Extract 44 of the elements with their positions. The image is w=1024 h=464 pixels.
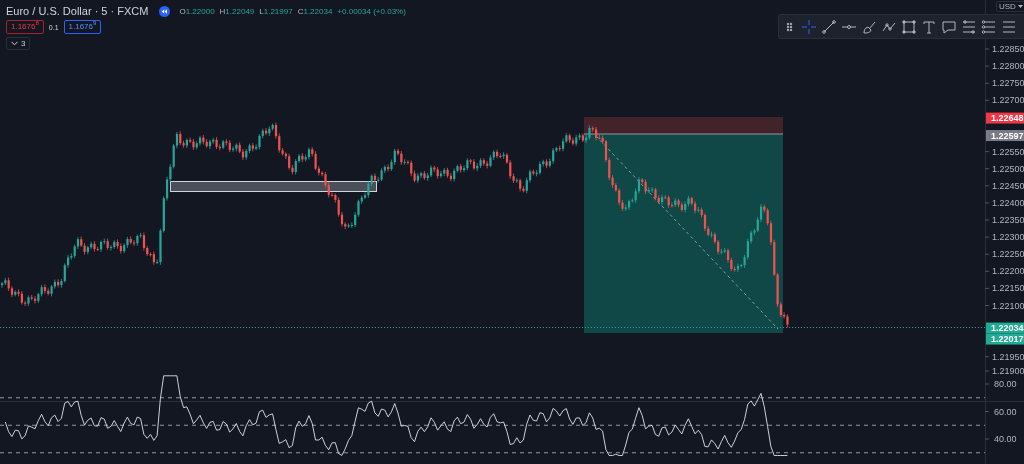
- price-badge: 1.22017: [986, 333, 1024, 345]
- price-label: 1.22200: [992, 266, 1024, 277]
- rectangle-icon: [901, 18, 917, 35]
- price-label: 1.21900: [992, 366, 1024, 376]
- price-label: 1.22100: [992, 300, 1024, 311]
- line-tool-icon: [821, 18, 837, 35]
- text-icon: [921, 18, 937, 35]
- price-label: 1.22850: [992, 44, 1024, 54]
- price-badge: 1.22597: [986, 130, 1024, 142]
- price-label: 1.22750: [992, 78, 1024, 89]
- price-label: 1.22300: [992, 232, 1024, 243]
- price-label: 1.22150: [992, 283, 1024, 294]
- ohlc-value: H1.22049: [219, 6, 255, 16]
- chevron-down-icon: [11, 41, 18, 46]
- price-label: 1.22550: [992, 146, 1024, 157]
- lines-icon: [1001, 18, 1017, 35]
- price-label: 1.22800: [992, 61, 1024, 72]
- crosshair-icon: [801, 18, 817, 35]
- rsi-label: 40.00: [994, 434, 1017, 444]
- ohlc-value: O1.22000: [179, 6, 215, 16]
- price-badge: 1.22034: [986, 322, 1024, 334]
- caret-icon: [1017, 5, 1023, 8]
- sell-button[interactable]: 1.1676$^{8}$: [6, 20, 44, 34]
- price-change: +0.00034 (+0.03%): [337, 6, 406, 16]
- price-label: 1.22400: [992, 197, 1024, 208]
- horizontal-line-icon: [841, 24, 857, 29]
- price-label: 1.22450: [992, 180, 1024, 191]
- price-label: 1.22700: [992, 95, 1024, 106]
- rsi-label: 80.00: [994, 379, 1017, 389]
- ohlc-value: C1.22034: [297, 6, 333, 16]
- callout-icon: [941, 18, 957, 35]
- symbol-title: Euro / U.S. Dollar · 5 · FXCM: [6, 5, 149, 17]
- rsi-label: 60.00: [994, 406, 1017, 417]
- price-label: 1.21950: [992, 351, 1024, 362]
- buy-button[interactable]: 1.1676$^{9}$: [63, 20, 102, 34]
- rewind-icon[interactable]: [159, 5, 171, 17]
- price-label: 1.22500: [992, 163, 1024, 174]
- ohlc-value: L1.21997: [259, 6, 293, 16]
- indicators-toggle[interactable]: 3: [6, 37, 31, 50]
- price-badge: 1.22648: [986, 112, 1024, 124]
- currency-button[interactable]: USD: [996, 1, 1024, 12]
- levels-icon: [981, 18, 997, 35]
- price-label: 1.22350: [992, 215, 1024, 225]
- price-label: 1.22250: [992, 249, 1024, 260]
